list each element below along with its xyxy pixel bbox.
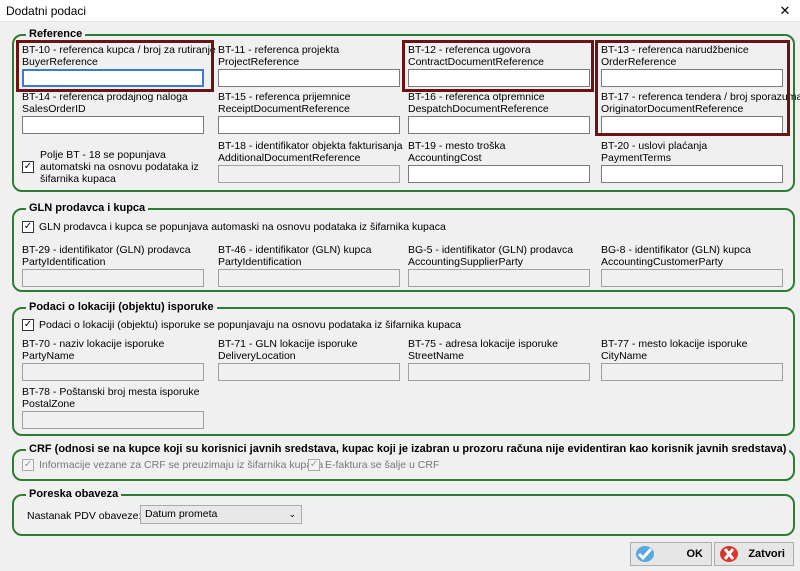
bt75-field: BT-75 - adresa lokacije isporuke StreetN… — [408, 338, 590, 381]
bt11-input[interactable] — [218, 69, 400, 87]
bt19-field: BT-19 - mesto troška AccountingCost — [408, 140, 590, 183]
bt46-input — [218, 269, 400, 287]
close-window-button[interactable]: ✕ — [770, 0, 800, 22]
bt77-label: BT-77 - mesto lokacije isporuke — [601, 338, 748, 350]
tax-legend: Poreska obaveza — [26, 488, 122, 500]
bt15-label: BT-15 - referenca prijemnice — [218, 91, 351, 103]
crf-send-checkbox: ✓ — [308, 459, 320, 471]
bt70-field: BT-70 - naziv lokacije isporuke PartyNam… — [22, 338, 204, 381]
crf-info-checkbox: ✓ — [22, 459, 34, 471]
bt46-sublabel: PartyIdentification — [218, 256, 302, 268]
bt18-label: BT-18 - identifikator objekta fakturisan… — [218, 140, 403, 152]
bt75-sublabel: StreetName — [408, 350, 465, 362]
bt78-label: BT-78 - Poštanski broj mesta isporuke — [22, 386, 200, 398]
title-bar: Dodatni podaci ✕ — [0, 0, 800, 22]
crf-send-label: E-faktura se šalje u CRF — [325, 459, 440, 471]
bt15-sublabel: ReceiptDocumentReference — [218, 103, 350, 115]
bt16-field: BT-16 - referenca otpremnice DespatchDoc… — [408, 91, 590, 134]
bt71-label: BT-71 - GLN lokacije isporuke — [218, 338, 358, 350]
bt29-sublabel: PartyIdentification — [22, 256, 106, 268]
bt77-field: BT-77 - mesto lokacije isporuke CityName — [601, 338, 783, 381]
checkmark-icon — [636, 546, 654, 562]
bt20-sublabel: PaymentTerms — [601, 152, 672, 164]
close-button[interactable]: Zatvori — [714, 542, 794, 566]
bt18-field: BT-18 - identifikator objekta fakturisan… — [218, 140, 403, 183]
bg8-input — [601, 269, 783, 287]
bt14-field: BT-14 - referenca prodajnog naloga Sales… — [22, 91, 204, 134]
location-auto-label: Podaci o lokaciji (objektu) isporuke se … — [39, 319, 462, 331]
bt18-auto-label: Polje BT - 18 se popunjava automatski na… — [40, 149, 199, 185]
bt16-input[interactable] — [408, 116, 590, 134]
cancel-icon — [720, 546, 738, 562]
bt14-input[interactable] — [22, 116, 204, 134]
bg5-label: BG-5 - identifikator (GLN) prodavca — [408, 244, 574, 256]
bg8-sublabel: AccountingCustomerParty — [601, 256, 723, 268]
gln-auto-label: GLN prodavca i kupca se popunjava automa… — [39, 221, 446, 233]
crf-info-label: Informacije vezane za CRF se preuzimaju … — [39, 459, 324, 471]
bt18-sublabel: AdditionalDocumentReference — [218, 152, 361, 164]
bt16-sublabel: DespatchDocumentReference — [408, 103, 549, 115]
bg8-field: BG-8 - identifikator (GLN) kupca Account… — [601, 244, 783, 287]
chevron-down-icon: ⌄ — [288, 509, 296, 519]
bg8-label: BG-8 - identifikator (GLN) kupca — [601, 244, 751, 256]
bg5-sublabel: AccountingSupplierParty — [408, 256, 523, 268]
bt18-input — [218, 165, 400, 183]
bt70-input — [22, 363, 204, 381]
bt20-label: BT-20 - uslovi plaćanja — [601, 140, 708, 152]
pdv-obligation-value: Datum prometa — [145, 508, 218, 520]
bt29-label: BT-29 - identifikator (GLN) prodavca — [22, 244, 191, 256]
ok-button[interactable]: OK — [630, 542, 712, 566]
bt14-sublabel: SalesOrderID — [22, 103, 86, 115]
highlight-box-bt12 — [402, 40, 594, 92]
window-title: Dodatni podaci — [6, 4, 87, 18]
bt71-field: BT-71 - GLN lokacije isporuke DeliveryLo… — [218, 338, 400, 381]
bt46-label: BT-46 - identifikator (GLN) kupca — [218, 244, 372, 256]
reference-legend: Reference — [26, 28, 86, 40]
crf-legend: CRF (odnosi se na kupce koji su korisnic… — [26, 443, 790, 455]
bt11-sublabel: ProjectReference — [218, 56, 300, 68]
bt75-input — [408, 363, 590, 381]
close-label: Zatvori — [748, 548, 785, 560]
location-auto-checkbox[interactable]: ✓ — [22, 319, 34, 331]
bt11-field: BT-11 - referenca projekta ProjectRefere… — [218, 44, 400, 87]
location-legend: Podaci o lokaciji (objektu) isporuke — [26, 301, 217, 313]
pdv-obligation-label: Nastanak PDV obaveze: — [27, 510, 142, 522]
bt19-sublabel: AccountingCost — [408, 152, 482, 164]
gln-legend: GLN prodavca i kupca — [26, 202, 149, 214]
bt70-sublabel: PartyName — [22, 350, 75, 362]
highlight-box-bt13-bt17 — [595, 40, 790, 136]
gln-auto-checkbox[interactable]: ✓ — [22, 221, 34, 233]
bt71-sublabel: DeliveryLocation — [218, 350, 296, 362]
bt14-label: BT-14 - referenca prodajnog naloga — [22, 91, 188, 103]
bt78-sublabel: PostalZone — [22, 398, 76, 410]
bt16-label: BT-16 - referenca otpremnice — [408, 91, 545, 103]
bt77-input — [601, 363, 783, 381]
bt70-label: BT-70 - naziv lokacije isporuke — [22, 338, 165, 350]
bg5-field: BG-5 - identifikator (GLN) prodavca Acco… — [408, 244, 590, 287]
bt75-label: BT-75 - adresa lokacije isporuke — [408, 338, 558, 350]
ok-label: OK — [686, 548, 704, 560]
bt20-field: BT-20 - uslovi plaćanja PaymentTerms — [601, 140, 783, 183]
bt11-label: BT-11 - referenca projekta — [218, 44, 340, 56]
bt46-field: BT-46 - identifikator (GLN) kupca PartyI… — [218, 244, 400, 287]
bt78-field: BT-78 - Poštanski broj mesta isporuke Po… — [22, 386, 204, 429]
highlight-box-bt10 — [16, 40, 214, 92]
bt19-input[interactable] — [408, 165, 590, 183]
bt71-input — [218, 363, 400, 381]
bt29-input — [22, 269, 204, 287]
bt20-input[interactable] — [601, 165, 783, 183]
bt78-input — [22, 411, 204, 429]
bt18-auto-checkbox[interactable]: ✓ — [22, 161, 34, 173]
bt19-label: BT-19 - mesto troška — [408, 140, 506, 152]
bt29-field: BT-29 - identifikator (GLN) prodavca Par… — [22, 244, 204, 287]
bt15-input[interactable] — [218, 116, 400, 134]
bg5-input — [408, 269, 590, 287]
bt77-sublabel: CityName — [601, 350, 648, 362]
pdv-obligation-select[interactable]: Datum prometa ⌄ — [140, 505, 302, 524]
bt15-field: BT-15 - referenca prijemnice ReceiptDocu… — [218, 91, 400, 134]
